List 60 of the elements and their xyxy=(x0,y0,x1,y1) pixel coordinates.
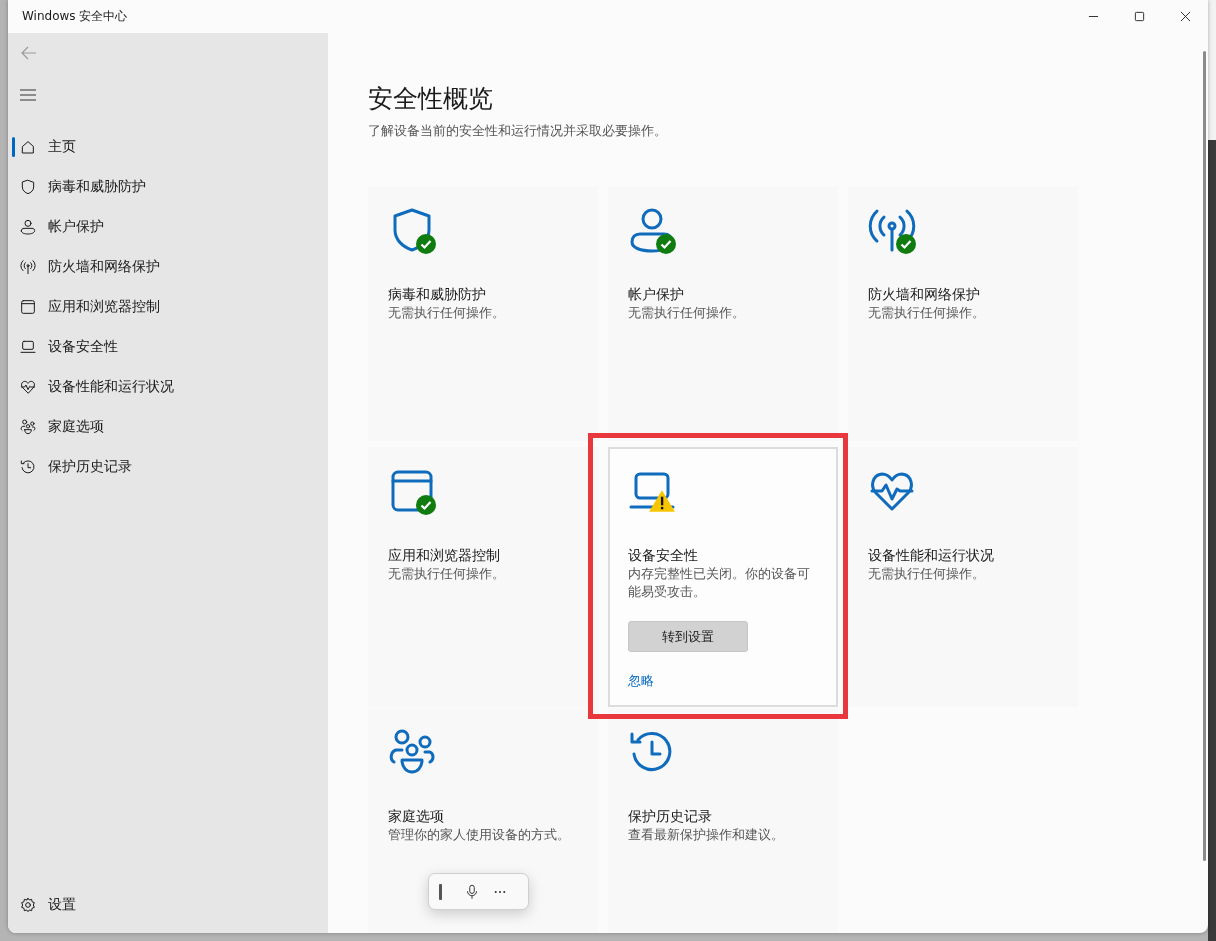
sidebar-item[interactable]: 防火墙和网络保护 xyxy=(8,247,328,287)
close-icon xyxy=(1179,11,1191,22)
card-description: 无需执行任何操作。 xyxy=(868,304,985,322)
sidebar-item-label: 应用和浏览器控制 xyxy=(48,298,160,316)
sidebar-item-label: 帐户保护 xyxy=(48,218,104,236)
card-title: 保护历史记录 xyxy=(628,807,712,826)
browser-window-icon xyxy=(20,299,36,315)
sidebar-item-label: 保护历史记录 xyxy=(48,458,132,476)
card-title: 防火墙和网络保护 xyxy=(868,285,980,304)
card-title: 帐户保护 xyxy=(628,285,684,304)
history-icon xyxy=(20,459,36,475)
settings-icon xyxy=(20,897,36,913)
card-description: 管理你的家人使用设备的方式。 xyxy=(388,826,570,844)
grip-handle[interactable] xyxy=(439,883,442,900)
home-icon xyxy=(20,139,36,155)
page-title: 安全性概览 xyxy=(368,83,494,115)
scroll-bar[interactable] xyxy=(1203,51,1206,861)
sidebar-item[interactable]: 应用和浏览器控制 xyxy=(8,287,328,327)
card-title: 病毒和威胁防护 xyxy=(388,285,486,304)
card-description: 无需执行任何操作。 xyxy=(868,565,985,583)
dismiss-link[interactable]: 忽略 xyxy=(628,672,654,690)
sidebar-item-label: 设备性能和运行状况 xyxy=(48,378,174,396)
sidebar-item[interactable]: 设备安全性 xyxy=(8,327,328,367)
sidebar-item[interactable]: 主页 xyxy=(8,127,328,167)
back-arrow-icon[interactable] xyxy=(21,45,37,61)
menu-icon[interactable] xyxy=(20,89,36,101)
sidebar-item-label: 防火墙和网络保护 xyxy=(48,258,160,276)
people-icon xyxy=(20,419,36,435)
card-title: 应用和浏览器控制 xyxy=(388,546,500,565)
window-title: Windows 安全中心 xyxy=(22,8,129,25)
card-description: 无需执行任何操作。 xyxy=(388,565,505,583)
card-title: 设备安全性 xyxy=(628,546,698,565)
maximize-icon xyxy=(1133,11,1145,22)
sidebar-item-label: 病毒和威胁防护 xyxy=(48,178,146,196)
sidebar-item[interactable]: 帐户保护 xyxy=(8,207,328,247)
settings-label: 设置 xyxy=(48,896,76,914)
antenna-icon xyxy=(20,259,36,275)
laptop-icon xyxy=(20,339,36,355)
card-title: 家庭选项 xyxy=(388,807,444,826)
card-description: 查看最新保护操作和建议。 xyxy=(628,826,784,844)
card-description: 内存完整性已关闭。你的设备可能易受攻击。 xyxy=(628,565,811,601)
people-icon xyxy=(388,728,436,776)
sidebar-item[interactable]: 病毒和威胁防护 xyxy=(8,167,328,207)
card-description: 无需执行任何操作。 xyxy=(628,304,745,322)
card-title: 设备性能和运行状况 xyxy=(868,546,994,565)
heart-pulse-icon xyxy=(20,379,36,395)
go-to-settings-button[interactable]: 转到设置 xyxy=(628,621,748,652)
sidebar-item-label: 家庭选项 xyxy=(48,418,104,436)
sidebar-item[interactable]: 家庭选项 xyxy=(8,407,328,447)
shield-icon xyxy=(20,179,36,195)
sidebar-item-label: 设备安全性 xyxy=(48,338,118,356)
card-description: 无需执行任何操作。 xyxy=(388,304,505,322)
page-subtitle: 了解设备当前的安全性和运行情况并采取必要操作。 xyxy=(368,123,668,140)
more-icon[interactable] xyxy=(494,889,506,894)
settings-item[interactable]: 设置 xyxy=(8,885,328,925)
microphone-icon[interactable] xyxy=(466,883,478,900)
sidebar-item[interactable]: 设备性能和运行状况 xyxy=(8,367,328,407)
sidebar-item[interactable]: 保护历史记录 xyxy=(8,447,328,487)
person-icon xyxy=(20,219,36,235)
sidebar-item-label: 主页 xyxy=(48,138,76,156)
